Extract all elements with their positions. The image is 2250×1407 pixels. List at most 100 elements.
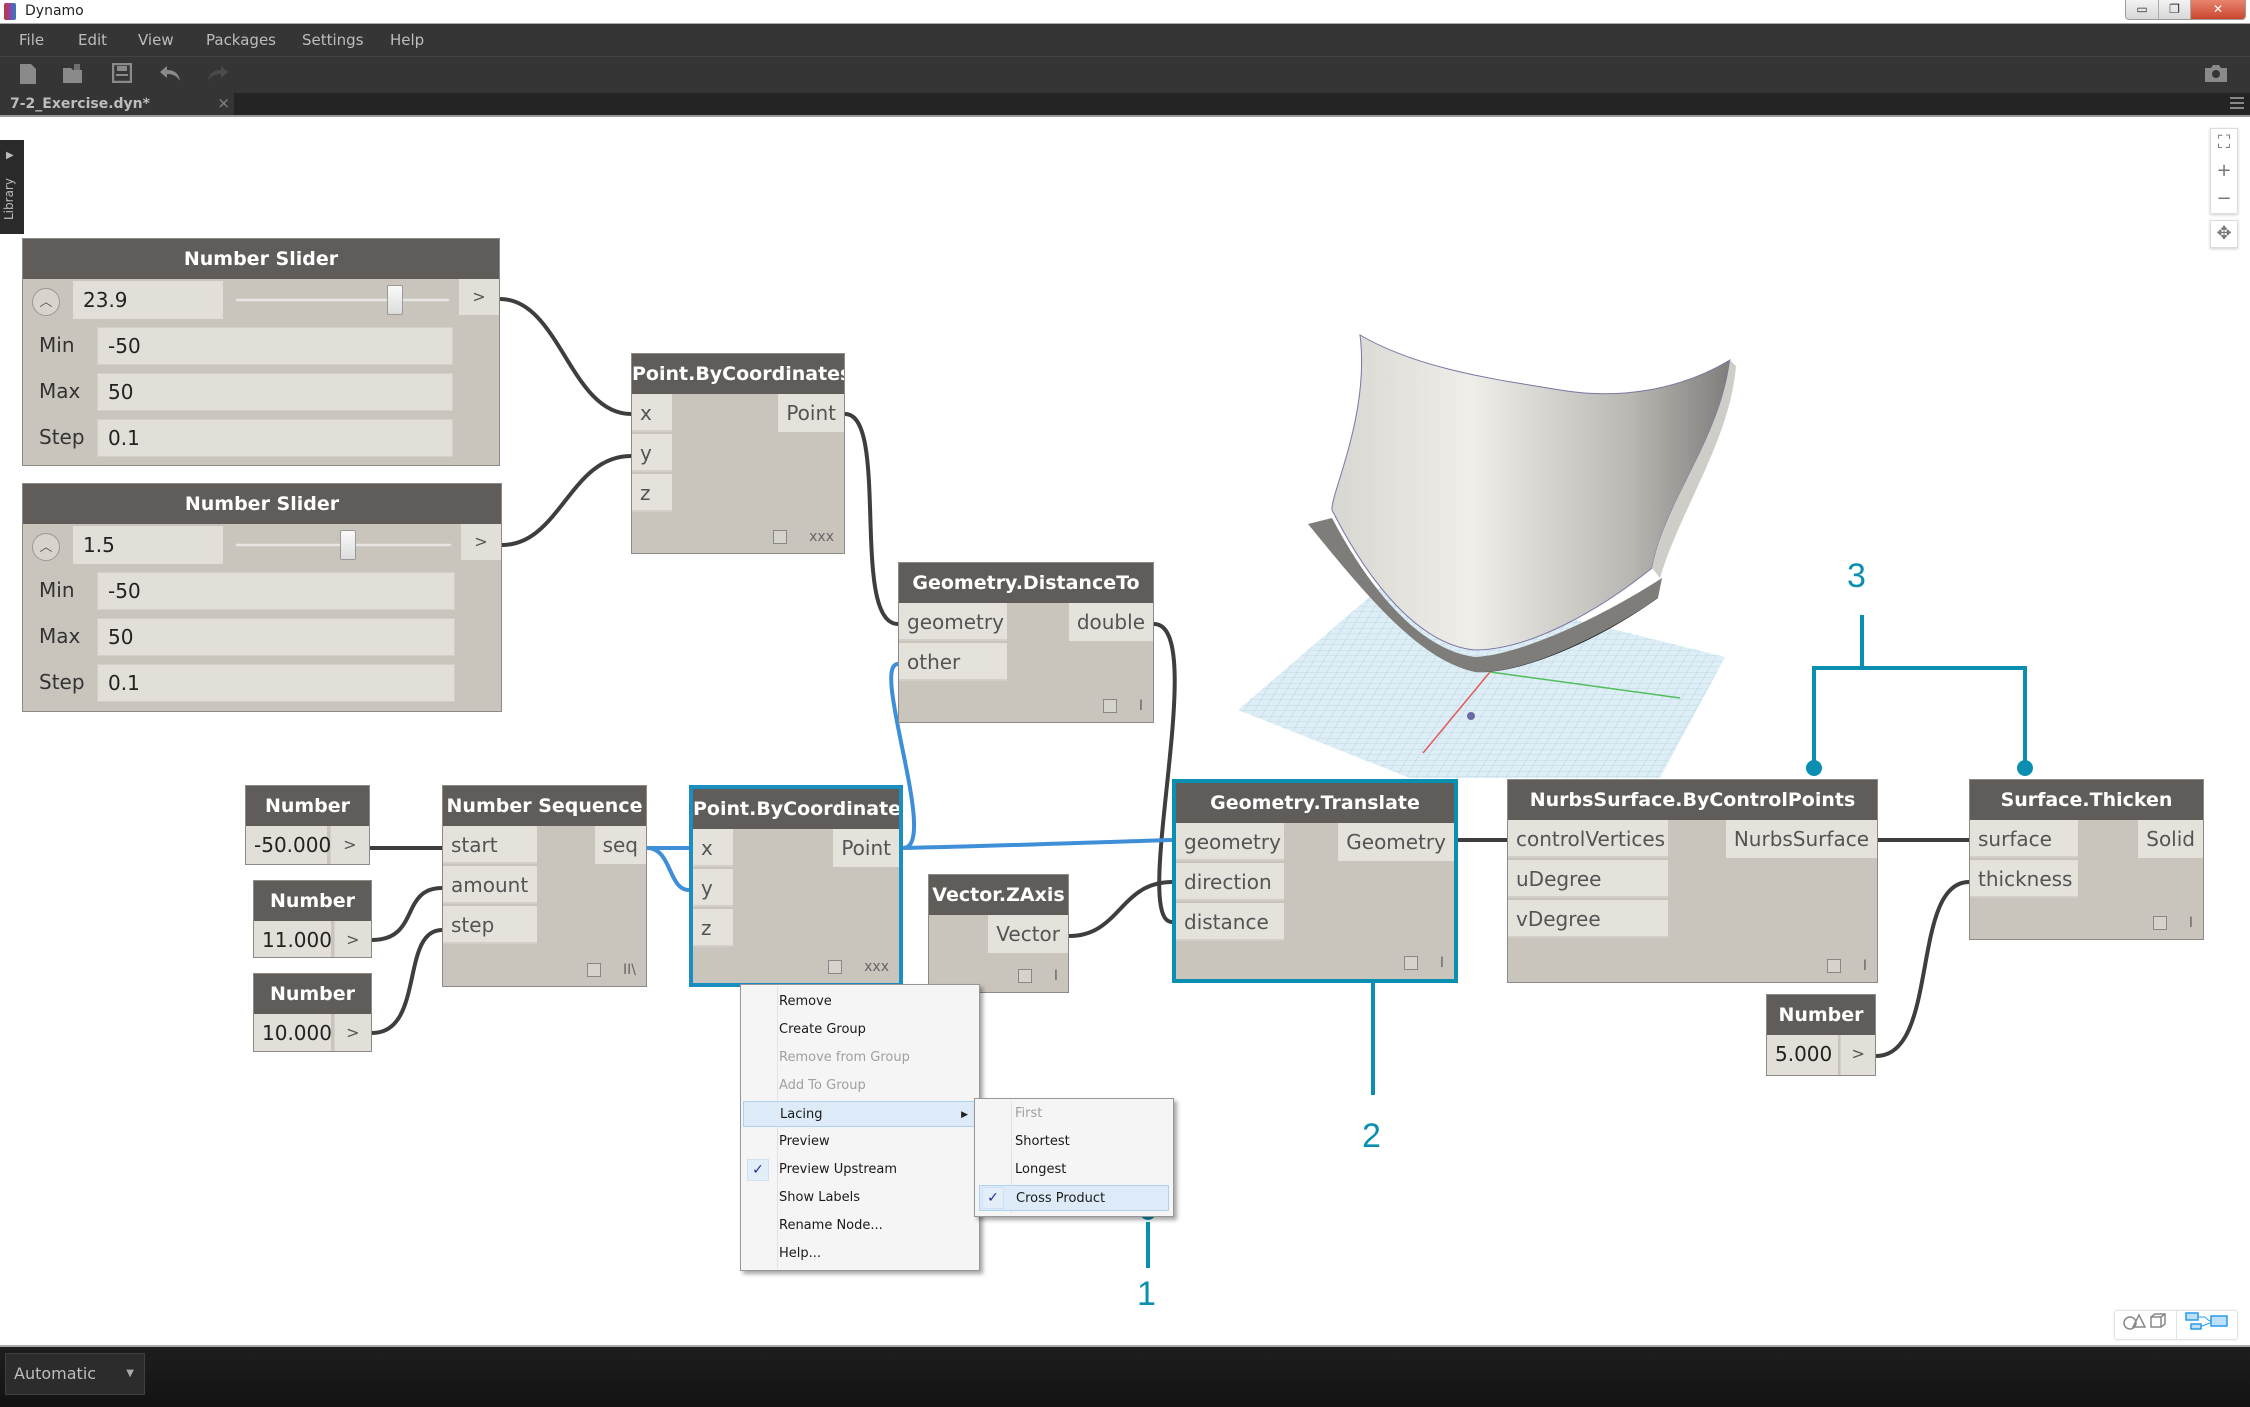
preview-toggle-icon[interactable] — [1102, 699, 1117, 713]
point-by-coordinates-node-selected[interactable]: Point.ByCoordinates x y z Point xxx — [689, 785, 903, 987]
tab-close-icon[interactable]: × — [217, 94, 230, 112]
step-input[interactable]: 0.1 — [97, 419, 453, 457]
input-port-z[interactable]: z — [632, 474, 672, 512]
input-port-x[interactable]: x — [693, 829, 733, 867]
output-port-solid[interactable]: Solid — [2138, 820, 2203, 858]
save-icon[interactable] — [110, 62, 134, 87]
input-port-thickness[interactable]: thickness — [1970, 860, 2078, 898]
menu-view[interactable]: View — [138, 31, 174, 49]
collapse-chevron-icon[interactable]: ︿ — [32, 288, 60, 316]
input-port-distance[interactable]: distance — [1176, 903, 1284, 941]
menu-item-help[interactable]: Help... — [743, 1241, 977, 1267]
input-port-step[interactable]: step — [443, 906, 537, 944]
output-port-nurbs-surface[interactable]: NurbsSurface — [1725, 820, 1877, 858]
graph-view-icon[interactable] — [2177, 1311, 2238, 1339]
output-port[interactable]: > — [459, 279, 499, 315]
input-port-amount[interactable]: amount — [443, 866, 537, 904]
lacing-longest[interactable]: Longest — [979, 1157, 1169, 1183]
menu-help[interactable]: Help — [390, 31, 424, 49]
max-input[interactable]: 50 — [97, 618, 455, 656]
step-input[interactable]: 0.1 — [97, 664, 455, 702]
input-port-x[interactable]: x — [632, 394, 672, 432]
menu-file[interactable]: File — [19, 31, 44, 49]
zoom-fit-icon[interactable]: ⛶ — [2211, 129, 2237, 157]
input-port-y[interactable]: y — [632, 434, 672, 472]
3d-preview-viewport[interactable] — [1220, 320, 1760, 780]
slider-thumb[interactable] — [387, 285, 404, 315]
output-port[interactable]: > — [1840, 1035, 1875, 1075]
geometry-view-icon[interactable] — [2115, 1311, 2177, 1339]
menu-packages[interactable]: Packages — [206, 31, 276, 49]
output-port-vector[interactable]: Vector — [988, 915, 1068, 953]
menu-item-lacing[interactable]: Lacing ▶ — [743, 1101, 977, 1127]
number-node-thickness[interactable]: Number 5.000 > — [1766, 994, 1876, 1076]
input-port-start[interactable]: start — [443, 826, 537, 864]
input-port-control-vertices[interactable]: controlVertices — [1508, 820, 1668, 858]
preview-toggle-icon[interactable] — [1017, 969, 1032, 983]
camera-icon[interactable] — [2203, 63, 2227, 87]
menu-edit[interactable]: Edit — [78, 31, 107, 49]
output-port-point[interactable]: Point — [778, 394, 844, 432]
input-port-y[interactable]: y — [693, 869, 733, 907]
input-port-z[interactable]: z — [693, 909, 733, 947]
output-port-point[interactable]: Point — [833, 829, 899, 867]
menu-item-create-group[interactable]: Create Group — [743, 1017, 977, 1043]
min-input[interactable]: -50 — [97, 327, 453, 365]
zoom-out-icon[interactable]: − — [2211, 185, 2237, 213]
collapse-chevron-icon[interactable]: ︿ — [32, 533, 60, 561]
point-by-coordinates-node[interactable]: Point.ByCoordinates x y z Point xxx — [631, 353, 845, 554]
preview-toggle-icon[interactable] — [1826, 959, 1841, 973]
surface-thicken-node[interactable]: Surface.Thicken surface thickness Solid … — [1969, 779, 2204, 940]
lacing-cross-product[interactable]: ✓ Cross Product — [979, 1185, 1169, 1211]
menu-item-preview[interactable]: Preview — [743, 1129, 977, 1155]
input-port-surface[interactable]: surface — [1970, 820, 2078, 858]
output-port-seq[interactable]: seq — [594, 826, 646, 864]
number-value-input[interactable]: 11.000 — [254, 921, 332, 957]
preview-toggle-icon[interactable] — [828, 960, 843, 974]
number-slider-node-1[interactable]: Number Slider ︿ 23.9 > Min -50 Max 50 St… — [22, 238, 500, 466]
preview-toggle-icon[interactable] — [587, 963, 602, 977]
max-input[interactable]: 50 — [97, 373, 453, 411]
number-sequence-node[interactable]: Number Sequence start amount step seq II… — [442, 785, 647, 987]
preview-toggle-icon[interactable] — [773, 530, 788, 544]
output-port[interactable]: > — [333, 921, 371, 957]
output-port-geometry[interactable]: Geometry — [1338, 823, 1454, 861]
tabs-menu-icon[interactable] — [2230, 97, 2244, 109]
restore-button[interactable]: ❐ — [2158, 0, 2190, 19]
preview-toggle-icon[interactable] — [1403, 956, 1418, 970]
input-port-vdegree[interactable]: vDegree — [1508, 900, 1668, 938]
vector-zaxis-node[interactable]: Vector.ZAxis Vector I — [928, 874, 1069, 993]
menu-item-remove[interactable]: Remove — [743, 989, 977, 1015]
number-slider-node-2[interactable]: Number Slider ︿ 1.5 > Min -50 Max 50 Ste… — [22, 483, 502, 712]
slider-value-input[interactable]: 1.5 — [73, 526, 223, 564]
number-value-input[interactable]: 5.000 — [1767, 1035, 1839, 1075]
library-toggle[interactable]: ▶ Library — [0, 140, 24, 234]
geometry-translate-node[interactable]: Geometry.Translate geometry direction di… — [1172, 779, 1458, 983]
slider-value-input[interactable]: 23.9 — [73, 281, 223, 319]
close-button[interactable]: ✕ — [2190, 0, 2245, 19]
output-port-double[interactable]: double — [1068, 603, 1153, 641]
undo-icon[interactable] — [158, 63, 182, 87]
lacing-shortest[interactable]: Shortest — [979, 1129, 1169, 1155]
output-port[interactable]: > — [461, 524, 501, 560]
slider-track[interactable] — [235, 298, 450, 302]
output-port[interactable]: > — [329, 826, 369, 864]
preview-toggle-icon[interactable] — [2152, 916, 2167, 930]
input-port-other[interactable]: other — [899, 643, 1007, 681]
minimize-button[interactable]: ▭ — [2126, 0, 2158, 19]
menu-settings[interactable]: Settings — [302, 31, 364, 49]
run-mode-dropdown[interactable]: Automatic ▼ — [5, 1353, 145, 1395]
redo-icon[interactable] — [206, 63, 230, 87]
tab-7-2-exercise[interactable]: 7-2_Exercise.dyn* × — [0, 93, 234, 115]
menu-item-preview-upstream[interactable]: ✓ Preview Upstream — [743, 1157, 977, 1183]
zoom-in-icon[interactable]: + — [2211, 157, 2237, 185]
number-node-step[interactable]: Number 10.000 > — [253, 973, 372, 1052]
open-folder-icon[interactable] — [62, 63, 86, 87]
number-value-input[interactable]: -50.000 — [246, 826, 331, 864]
input-port-geometry[interactable]: geometry — [899, 603, 1007, 641]
input-port-udegree[interactable]: uDegree — [1508, 860, 1668, 898]
pan-icon[interactable]: ✥ — [2210, 220, 2238, 248]
geometry-distance-to-node[interactable]: Geometry.DistanceTo geometry other doubl… — [898, 562, 1154, 723]
slider-thumb[interactable] — [339, 530, 356, 560]
input-port-geometry[interactable]: geometry — [1176, 823, 1284, 861]
